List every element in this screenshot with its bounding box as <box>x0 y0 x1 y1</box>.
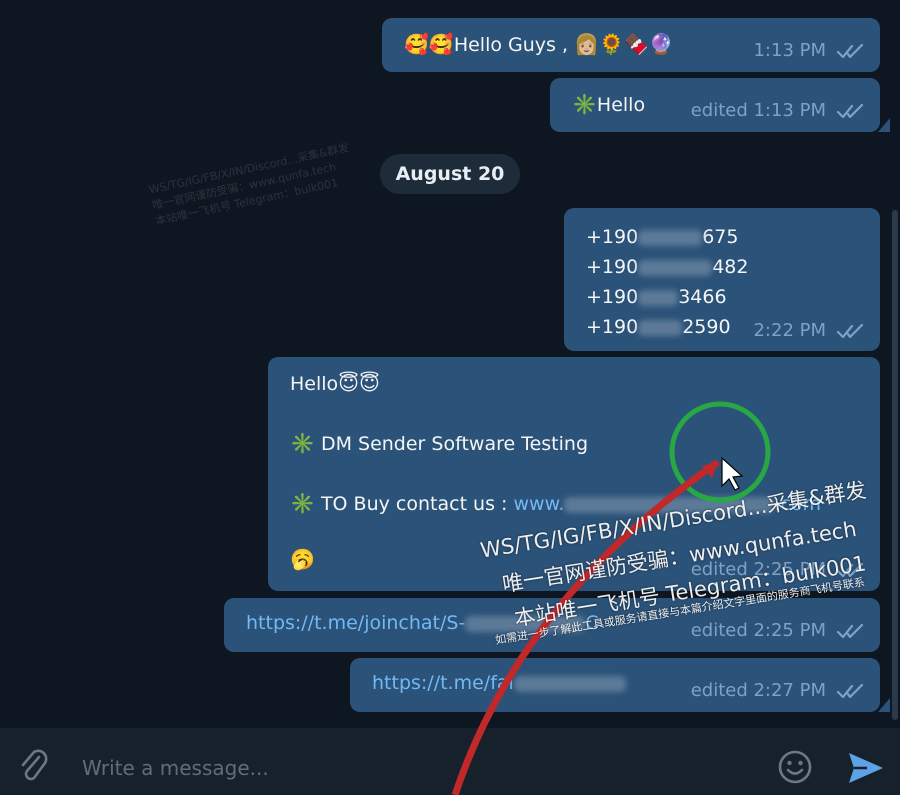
annotation-overlay <box>451 401 771 795</box>
cursor-icon <box>721 456 744 491</box>
